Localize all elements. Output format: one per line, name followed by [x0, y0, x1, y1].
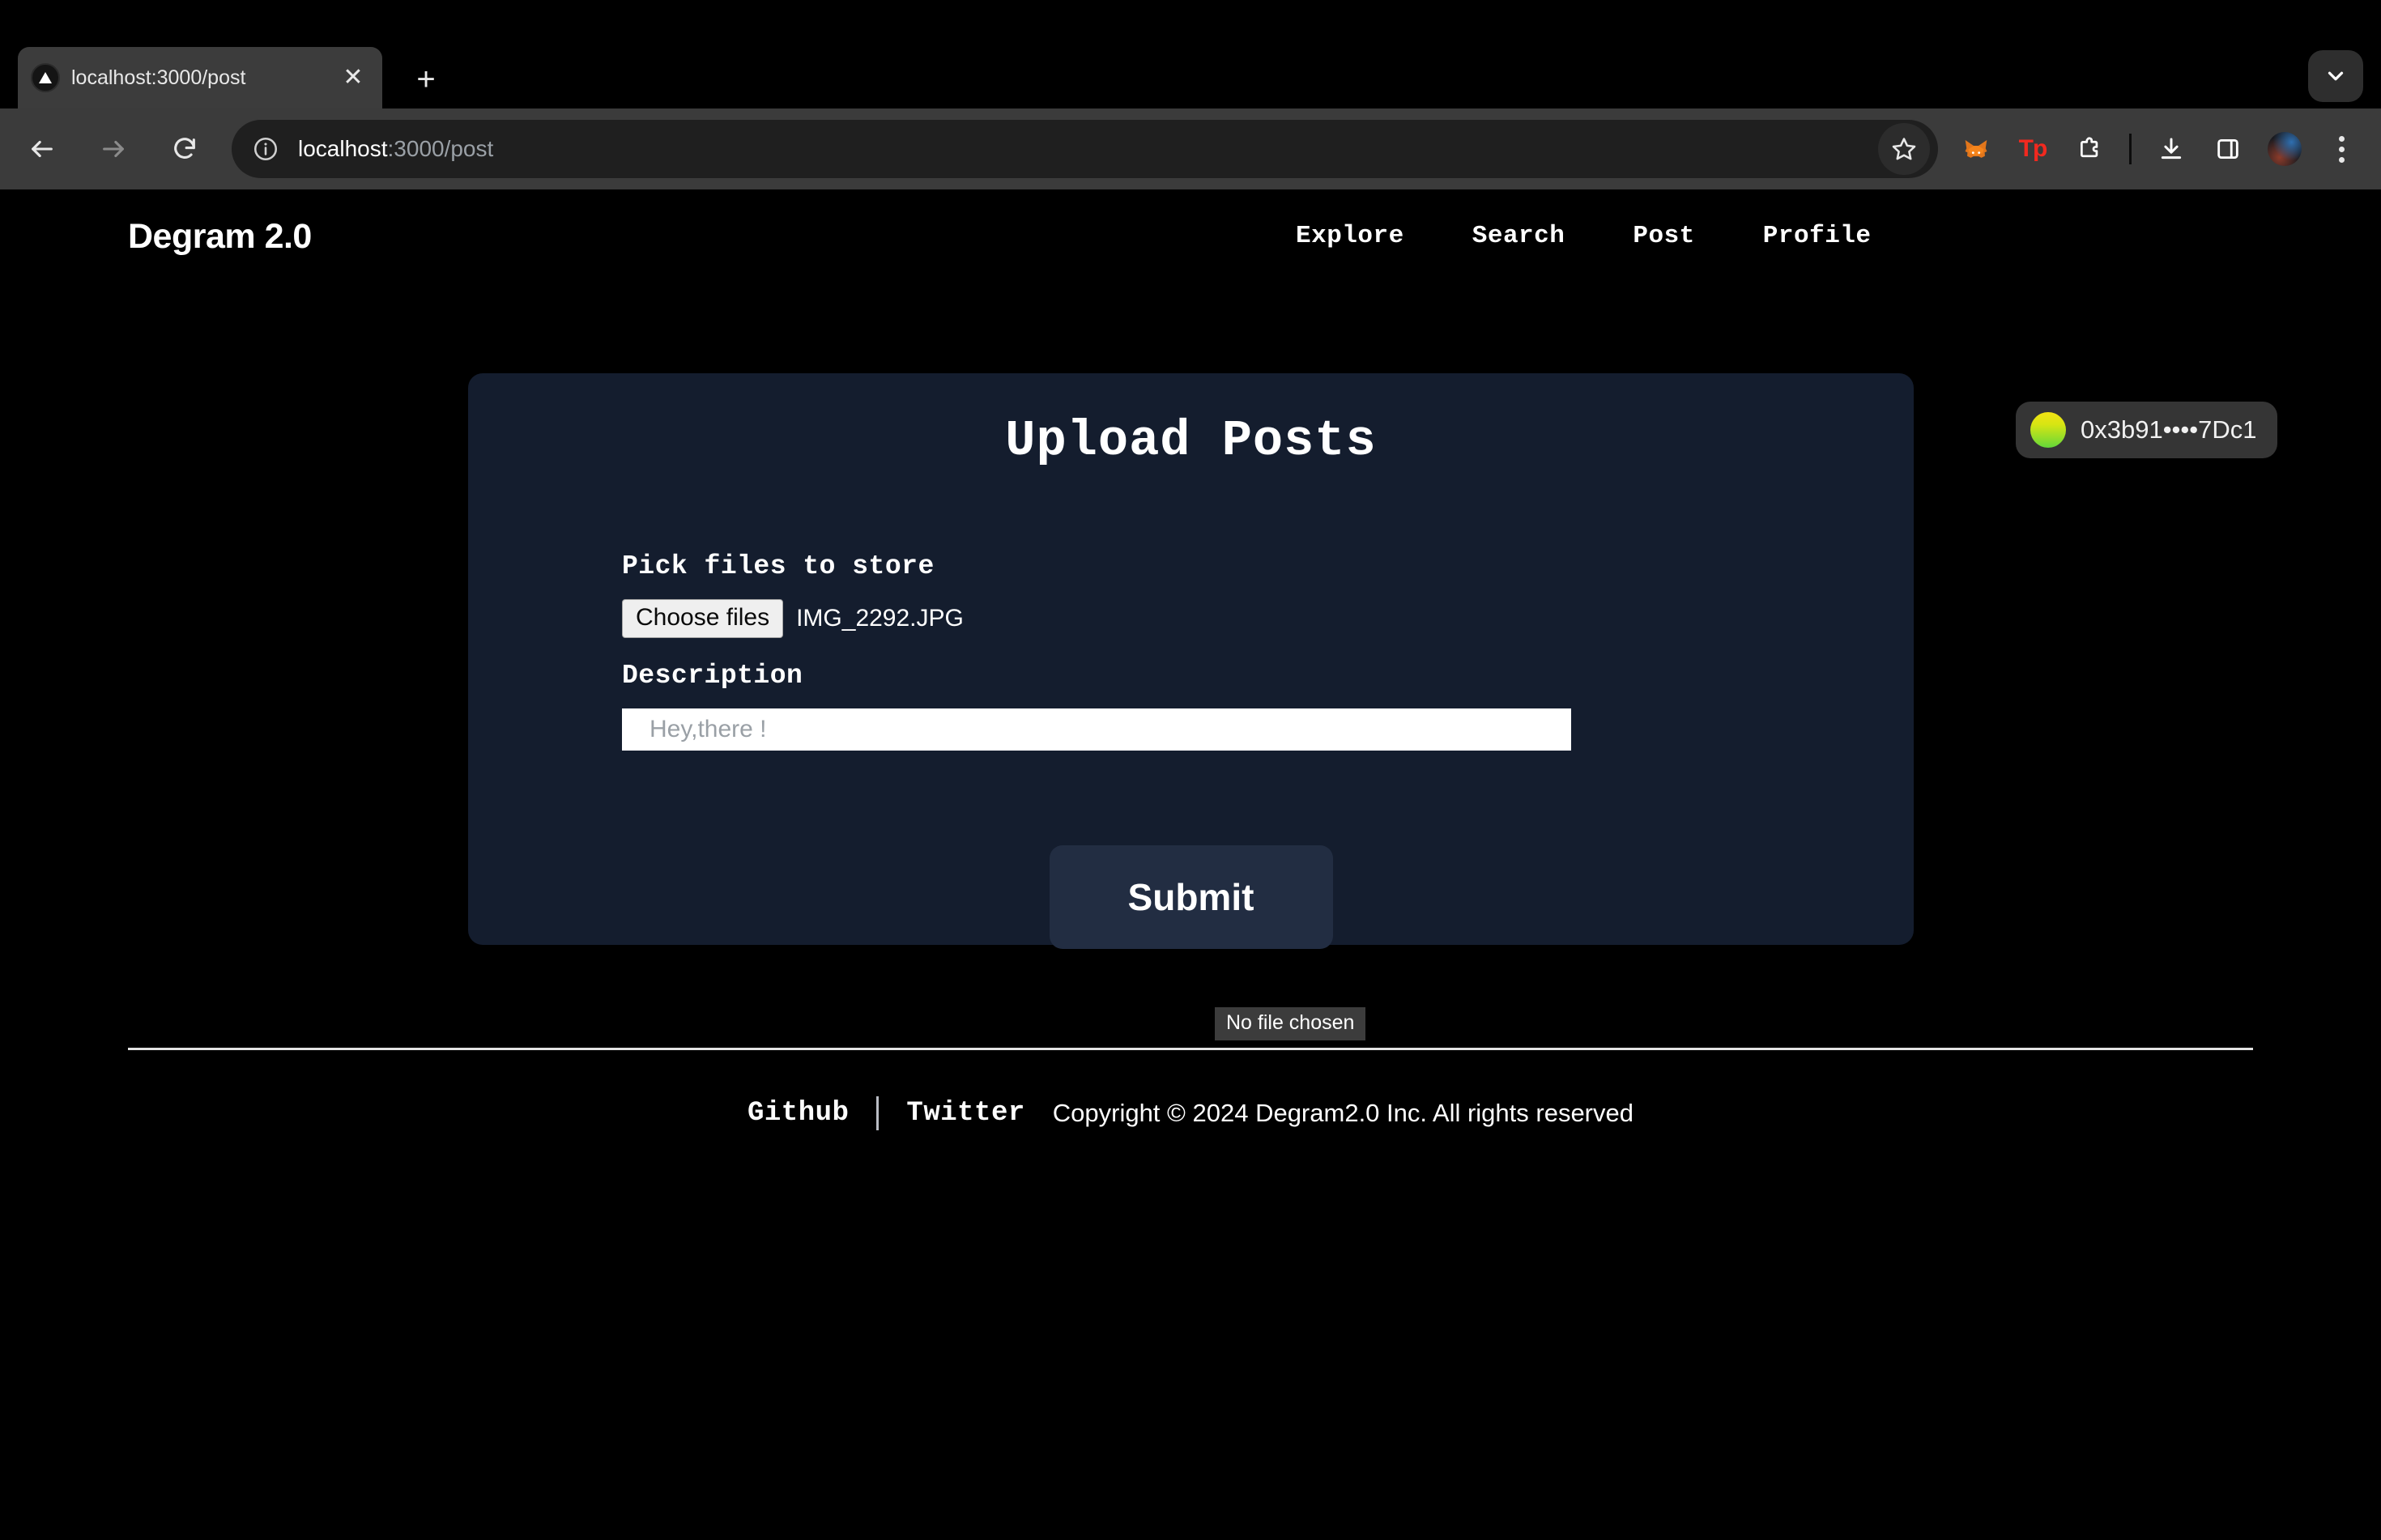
- metamask-extension-icon[interactable]: [1951, 124, 2001, 174]
- reload-icon[interactable]: [155, 120, 214, 178]
- profile-avatar[interactable]: [2260, 124, 2310, 174]
- wallet-avatar-icon: [2030, 412, 2066, 448]
- star-icon[interactable]: [1878, 123, 1930, 175]
- footer-copyright: Copyright © 2024 Degram2.0 Inc. All righ…: [1052, 1099, 1633, 1127]
- nextjs-triangle-icon: [31, 63, 60, 92]
- extensions-puzzle-icon[interactable]: [2064, 124, 2115, 174]
- upload-form: Pick files to store Choose files IMG_229…: [622, 551, 1594, 751]
- extensions-strip: Tp: [1948, 124, 2381, 174]
- nav-item-search[interactable]: Search: [1472, 222, 1565, 250]
- info-circle-icon[interactable]: [246, 130, 285, 168]
- chrome-menu-icon[interactable]: [2316, 124, 2366, 174]
- url-path: :3000/post: [387, 136, 494, 161]
- address-bar[interactable]: localhost:3000/post: [232, 120, 1938, 178]
- description-field-label: Description: [622, 661, 803, 691]
- side-panel-icon[interactable]: [2203, 124, 2253, 174]
- choose-files-button[interactable]: Choose files: [622, 599, 784, 638]
- toolbar-divider: [2129, 134, 2132, 164]
- address-bar-url: localhost:3000/post: [298, 136, 493, 162]
- site-footer: Github Twitter Copyright © 2024 Degram2.…: [0, 1096, 2381, 1130]
- chevron-down-icon[interactable]: [2308, 50, 2363, 102]
- footer-link-github[interactable]: Github: [748, 1098, 849, 1129]
- no-file-chosen-tooltip: No file chosen: [1215, 1007, 1366, 1040]
- site-nav: Explore Search Post Profile: [1296, 222, 1872, 250]
- url-host: localhost: [298, 136, 388, 161]
- site-brand[interactable]: Degram 2.0: [128, 217, 312, 257]
- submit-button[interactable]: Submit: [1049, 845, 1333, 949]
- close-icon[interactable]: ✕: [337, 62, 369, 94]
- browser-tab[interactable]: localhost:3000/post ✕: [18, 47, 382, 108]
- wallet-address-label: 0x3b91••••7Dc1: [2081, 415, 2257, 444]
- footer-separator: [876, 1096, 880, 1130]
- forward-arrow-icon[interactable]: [84, 120, 143, 178]
- description-input[interactable]: [622, 708, 1571, 751]
- nav-item-profile[interactable]: Profile: [1763, 222, 1872, 250]
- upload-posts-card: Upload Posts Pick files to store Choose …: [468, 373, 1914, 949]
- nav-item-explore[interactable]: Explore: [1296, 222, 1404, 250]
- site-header: Degram 2.0 Explore Search Post Profile: [0, 189, 2381, 293]
- avatar: [2268, 132, 2302, 166]
- downloads-icon[interactable]: [2146, 124, 2196, 174]
- page-title: Upload Posts: [1005, 412, 1377, 470]
- selected-file-name: IMG_2292.JPG: [796, 605, 964, 632]
- browser-tab-strip: localhost:3000/post ✕ +: [0, 0, 2381, 108]
- back-arrow-icon[interactable]: [13, 120, 71, 178]
- file-input-row[interactable]: Choose files IMG_2292.JPG: [622, 599, 1594, 638]
- wallet-address-button[interactable]: 0x3b91••••7Dc1: [2016, 402, 2278, 458]
- file-field-label: Pick files to store: [622, 551, 935, 581]
- footer-link-twitter[interactable]: Twitter: [906, 1098, 1024, 1129]
- footer-divider: [128, 1048, 2253, 1050]
- new-tab-button[interactable]: +: [405, 58, 447, 100]
- tokenpocket-extension-icon[interactable]: Tp: [2008, 124, 2058, 174]
- nav-item-post[interactable]: Post: [1633, 222, 1694, 250]
- browser-window: localhost:3000/post ✕ + localhost:3000/p…: [0, 0, 2381, 1540]
- submit-button-wrap: Submit: [468, 845, 1914, 949]
- browser-tab-title: localhost:3000/post: [71, 66, 246, 89]
- browser-toolbar: localhost:3000/post Tp: [0, 108, 2381, 189]
- page-viewport: Degram 2.0 Explore Search Post Profile 0…: [0, 189, 2381, 1540]
